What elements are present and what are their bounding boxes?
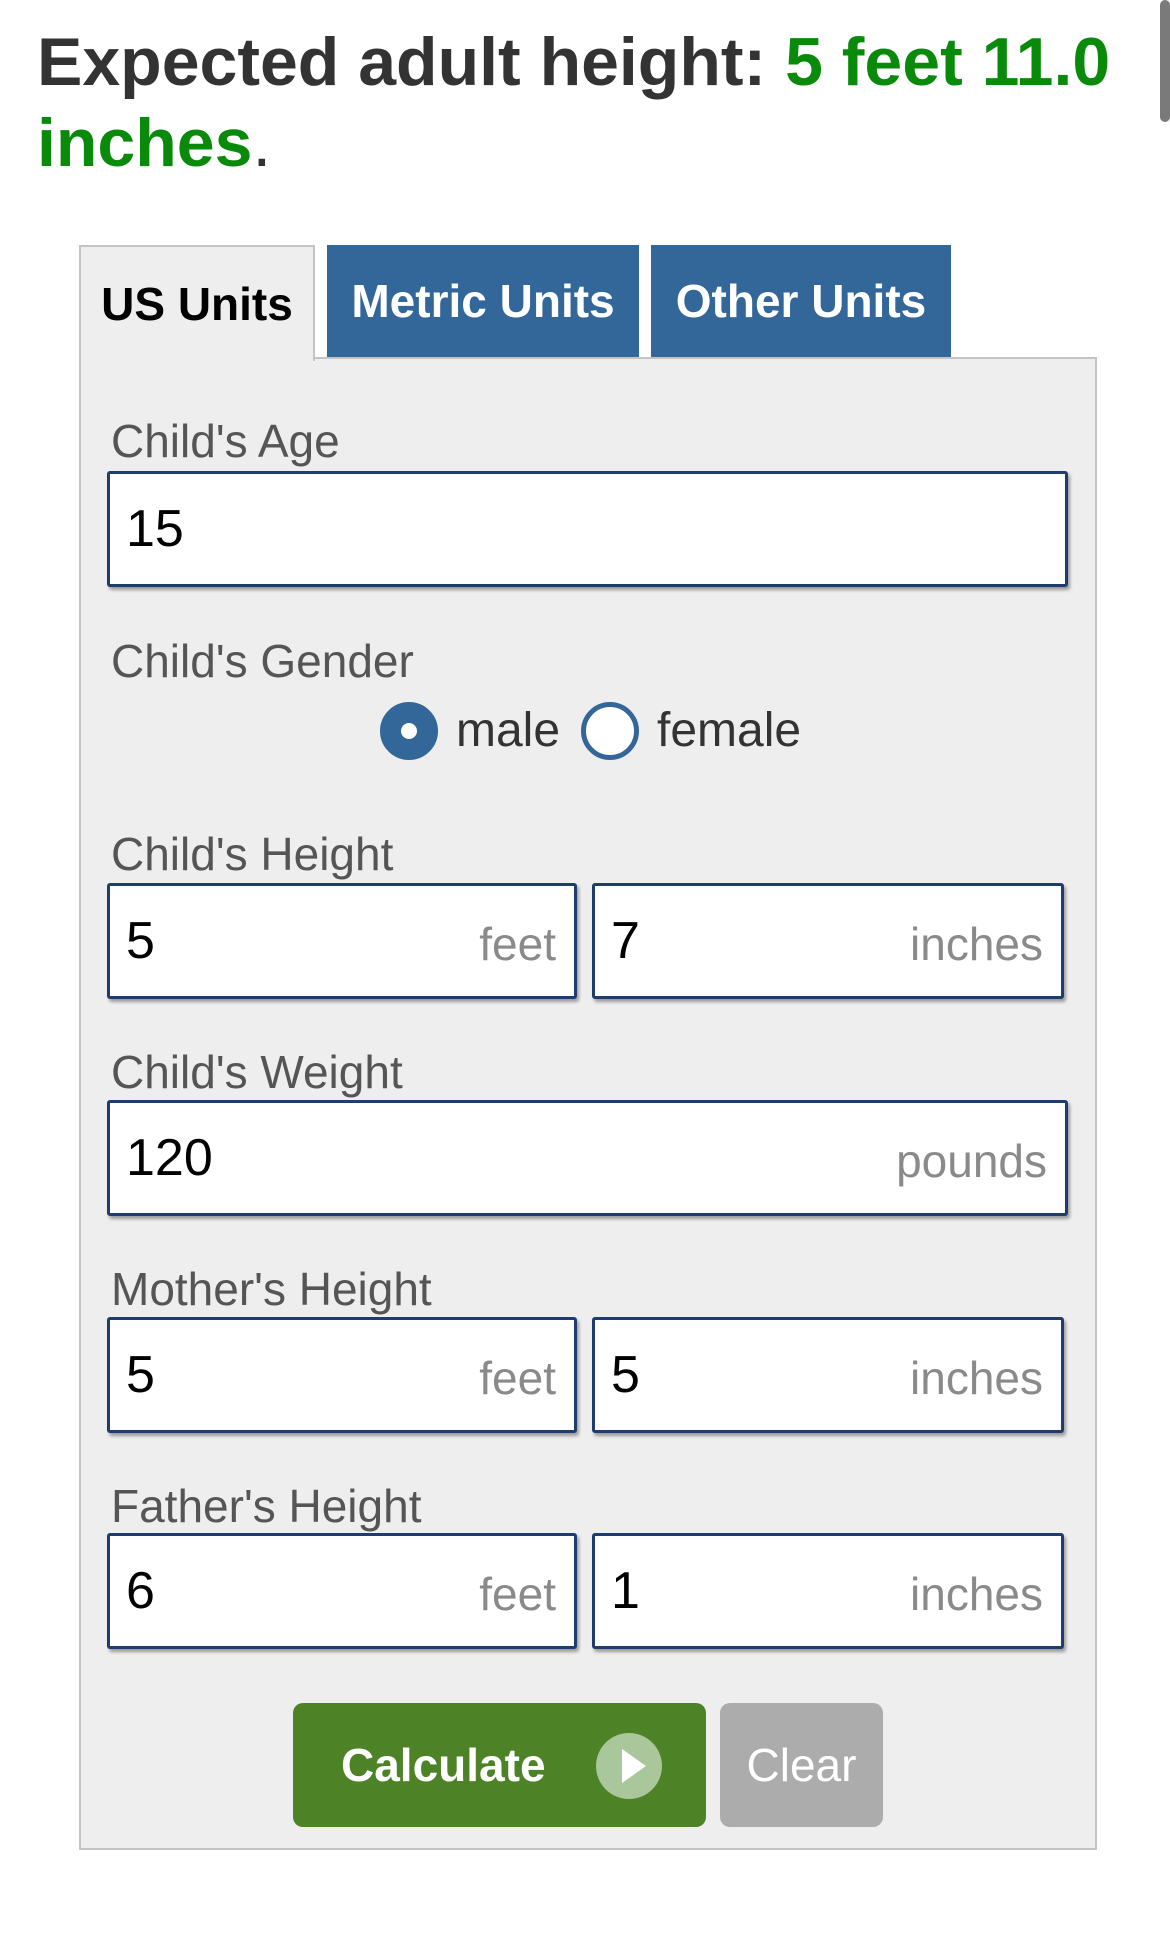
child-height-inches-input[interactable]: 7 inches xyxy=(592,883,1064,999)
age-value: 15 xyxy=(126,500,184,558)
child-height-feet-value: 5 xyxy=(126,912,155,970)
play-icon xyxy=(596,1733,662,1799)
mother-height-feet-value: 5 xyxy=(126,1346,155,1404)
calculate-button[interactable]: Calculate xyxy=(293,1703,706,1827)
female-radio[interactable] xyxy=(581,702,639,760)
tab-other-units[interactable]: Other Units xyxy=(651,245,951,357)
father-height-feet-value: 6 xyxy=(126,1562,155,1620)
mother-height-inches-input[interactable]: 5 inches xyxy=(592,1317,1064,1433)
feet-unit-label: feet xyxy=(479,918,556,970)
father-height-inches-input[interactable]: 1 inches xyxy=(592,1533,1064,1649)
male-radio[interactable] xyxy=(380,702,438,760)
mother-height-inches-value: 5 xyxy=(611,1346,640,1404)
child-height-feet-input[interactable]: 5 feet xyxy=(107,883,577,999)
age-input[interactable]: 15 xyxy=(107,471,1068,587)
inches-unit-label: inches xyxy=(910,1352,1043,1404)
pounds-unit-label: pounds xyxy=(896,1135,1047,1187)
father-height-inches-value: 1 xyxy=(611,1562,640,1620)
result-suffix: . xyxy=(252,105,272,181)
tab-us-units[interactable]: US Units xyxy=(79,245,315,361)
mother-height-label: Mother's Height xyxy=(111,1263,432,1315)
child-height-inches-value: 7 xyxy=(611,912,640,970)
inches-unit-label: inches xyxy=(910,918,1043,970)
feet-unit-label: feet xyxy=(479,1352,556,1404)
weight-input[interactable]: 120 pounds xyxy=(107,1100,1068,1216)
inches-unit-label: inches xyxy=(910,1568,1043,1620)
feet-unit-label: feet xyxy=(479,1568,556,1620)
clear-button[interactable]: Clear xyxy=(720,1703,883,1827)
tab-metric-units[interactable]: Metric Units xyxy=(327,245,639,357)
scrollbar[interactable] xyxy=(1160,0,1170,122)
female-radio-label[interactable]: female xyxy=(657,700,801,762)
gender-label: Child's Gender xyxy=(111,635,414,687)
result-prefix: Expected adult height: xyxy=(37,24,786,100)
result-text: Expected adult height: 5 feet 11.0 inche… xyxy=(37,22,1137,184)
calculate-button-label: Calculate xyxy=(341,1739,546,1791)
father-height-feet-input[interactable]: 6 feet xyxy=(107,1533,577,1649)
mother-height-feet-input[interactable]: 5 feet xyxy=(107,1317,577,1433)
weight-value: 120 xyxy=(126,1129,213,1187)
child-height-label: Child's Height xyxy=(111,828,394,880)
age-label: Child's Age xyxy=(111,415,340,467)
father-height-label: Father's Height xyxy=(111,1480,422,1532)
male-radio-label[interactable]: male xyxy=(456,700,560,762)
weight-label: Child's Weight xyxy=(111,1046,403,1098)
